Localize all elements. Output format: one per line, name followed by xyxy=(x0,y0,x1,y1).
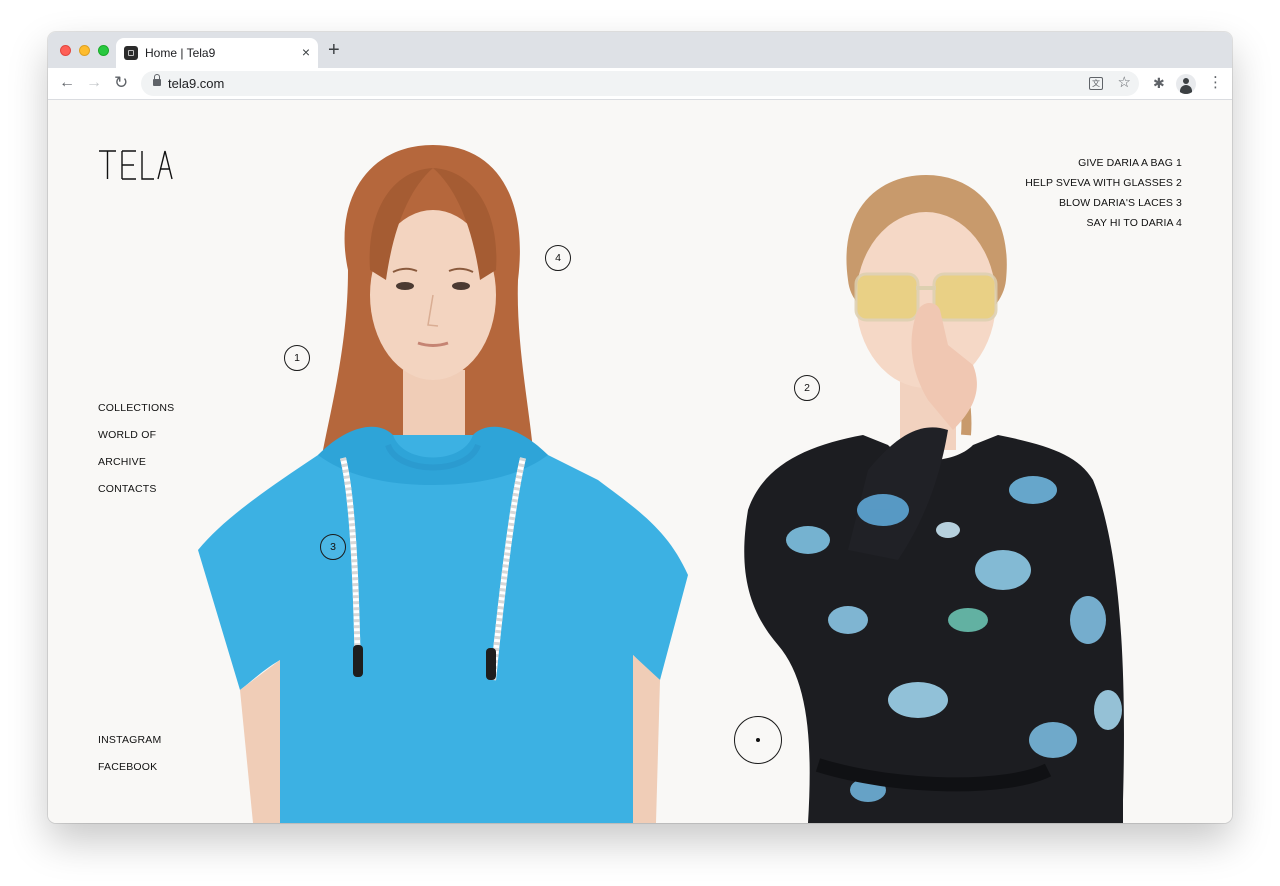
close-window-button[interactable] xyxy=(60,45,71,56)
nav-archive[interactable]: ARCHIVE xyxy=(98,456,146,468)
tab-strip: Home | Tela9 × + xyxy=(48,32,1232,68)
instagram-link[interactable]: INSTAGRAM xyxy=(98,734,161,746)
address-bar[interactable]: tela9.com 文 ☆ xyxy=(141,71,1139,96)
lock-icon[interactable] xyxy=(153,74,161,86)
nav-collections[interactable]: COLLECTIONS xyxy=(98,402,174,414)
hotspot-marker-2[interactable]: 2 xyxy=(794,375,820,401)
hotspot-link-4[interactable]: SAY HI TO DARIA 4 xyxy=(1025,213,1182,233)
browser-window: Home | Tela9 × + ← → ↻ tela9.com 文 ☆ ✱ ⋮ xyxy=(48,32,1232,823)
model-daria xyxy=(198,145,688,823)
tab-title: Home | Tela9 xyxy=(145,46,216,60)
hotspot-marker-1[interactable]: 1 xyxy=(284,345,310,371)
tab-close-icon[interactable]: × xyxy=(302,44,310,60)
menu-icon[interactable]: ⋮ xyxy=(1208,72,1223,94)
browser-toolbar: ← → ↻ tela9.com 文 ☆ ✱ ⋮ xyxy=(48,68,1232,100)
new-tab-button[interactable]: + xyxy=(328,40,340,60)
cursor-ring xyxy=(734,716,782,764)
forward-icon[interactable]: → xyxy=(86,72,102,94)
tab-home[interactable]: Home | Tela9 × xyxy=(116,38,318,68)
favicon-icon xyxy=(124,46,138,60)
hotspot-list: GIVE DARIA A BAG 1 HELP SVEVA WITH GLASS… xyxy=(1025,153,1182,233)
avatar[interactable] xyxy=(1176,74,1196,94)
star-icon[interactable]: ☆ xyxy=(1118,74,1131,92)
hotspot-link-3[interactable]: BLOW DARIA'S LACES 3 xyxy=(1025,193,1182,213)
page-viewport: COLLECTIONS WORLD OF ARCHIVE CONTACTS IN… xyxy=(48,100,1232,823)
facebook-link[interactable]: FACEBOOK xyxy=(98,761,157,773)
translate-icon[interactable]: 文 xyxy=(1089,77,1103,90)
hotspot-link-2[interactable]: HELP SVEVA WITH GLASSES 2 xyxy=(1025,173,1182,193)
minimize-window-button[interactable] xyxy=(79,45,90,56)
tela-logo[interactable] xyxy=(98,149,174,181)
hotspot-link-1[interactable]: GIVE DARIA A BAG 1 xyxy=(1025,153,1182,173)
extensions-icon[interactable]: ✱ xyxy=(1153,72,1165,94)
hotspot-marker-4[interactable]: 4 xyxy=(545,245,571,271)
model-sveva xyxy=(744,175,1124,823)
nav-contacts[interactable]: CONTACTS xyxy=(98,483,157,495)
url-text[interactable]: tela9.com xyxy=(168,76,224,91)
maximize-window-button[interactable] xyxy=(98,45,109,56)
reload-icon[interactable]: ↻ xyxy=(114,72,128,94)
nav-world-of[interactable]: WORLD OF xyxy=(98,429,156,441)
hotspot-marker-3[interactable]: 3 xyxy=(320,534,346,560)
back-icon[interactable]: ← xyxy=(59,72,75,94)
